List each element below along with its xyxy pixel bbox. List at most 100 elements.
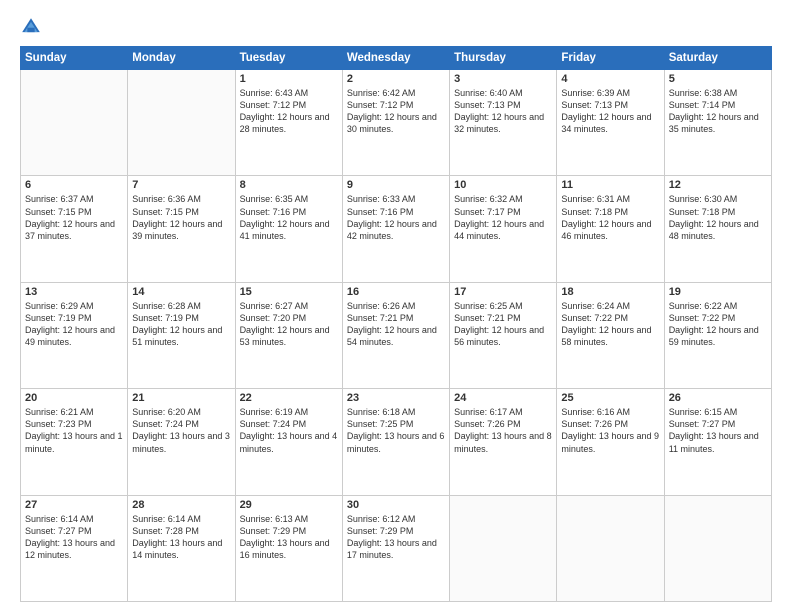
calendar-cell (664, 495, 771, 601)
calendar-cell: 22Sunrise: 6:19 AM Sunset: 7:24 PM Dayli… (235, 389, 342, 495)
calendar-week-row: 13Sunrise: 6:29 AM Sunset: 7:19 PM Dayli… (21, 282, 772, 388)
day-info: Sunrise: 6:16 AM Sunset: 7:26 PM Dayligh… (561, 406, 659, 455)
day-number: 19 (669, 286, 767, 298)
day-number: 18 (561, 286, 659, 298)
logo (20, 16, 46, 38)
day-number: 10 (454, 179, 552, 191)
calendar-cell: 6 Sunrise: 6:37 AM Sunset: 7:15 PM Daylig… (21, 176, 128, 282)
calendar-cell: 25 Sunrise: 6:16 AM Sunset: 7:26 PM Dayli… (557, 389, 664, 495)
calendar-cell: 19 Sunrise: 6:22 AM Sunset: 7:22 PM Dayli… (664, 282, 771, 388)
day-number: 4 (561, 73, 659, 85)
day-number: 30 (347, 499, 445, 511)
calendar-cell: 16 Sunrise: 6:26 AM Sunset: 7:21 PM Dayli… (342, 282, 449, 388)
calendar-week-row: 20 Sunrise: 6:21 AM Sunset: 7:23 PM Dayli… (21, 389, 772, 495)
day-info: Sunrise: 6:17 AM Sunset: 7:26 PM Dayligh… (454, 406, 552, 455)
calendar-cell: 26Sunrise: 6:15 AM Sunset: 7:27 PM Dayli… (664, 389, 771, 495)
day-number: 9 (347, 179, 445, 191)
page: SundayMondayTuesdayWednesdayThursdayFrid… (0, 0, 792, 612)
day-number: 3 (454, 73, 552, 85)
calendar-header-sunday: Sunday (21, 47, 128, 70)
day-number: 20 (25, 392, 123, 404)
calendar-cell: 29 Sunrise: 6:13 AM Sunset: 7:29 PM Dayli… (235, 495, 342, 601)
calendar-cell: 24 Sunrise: 6:17 AM Sunset: 7:26 PM Dayli… (450, 389, 557, 495)
day-number: 5 (669, 73, 767, 85)
calendar-cell: 8 Sunrise: 6:35 AM Sunset: 7:16 PM Daylig… (235, 176, 342, 282)
day-number: 8 (240, 179, 338, 191)
calendar-cell (21, 70, 128, 176)
calendar-header-thursday: Thursday (450, 47, 557, 70)
calendar-header-wednesday: Wednesday (342, 47, 449, 70)
day-info: Sunrise: 6:39 AM Sunset: 7:13 PM Dayligh… (561, 87, 659, 136)
day-info: Sunrise: 6:29 AM Sunset: 7:19 PM Dayligh… (25, 300, 123, 349)
day-number: 6 (25, 179, 123, 191)
calendar-header-row: SundayMondayTuesdayWednesdayThursdayFrid… (21, 47, 772, 70)
day-info: Sunrise: 6:37 AM Sunset: 7:15 PM Dayligh… (25, 193, 123, 242)
day-number: 27 (25, 499, 123, 511)
day-number: 29 (240, 499, 338, 511)
day-number: 23 (347, 392, 445, 404)
calendar-cell: 23 Sunrise: 6:18 AM Sunset: 7:25 PM Dayli… (342, 389, 449, 495)
header (20, 16, 772, 38)
day-info: Sunrise: 6:31 AM Sunset: 7:18 PM Dayligh… (561, 193, 659, 242)
day-number: 22 (240, 392, 338, 404)
calendar-week-row: 1 Sunrise: 6:43 AM Sunset: 7:12 PM Daylig… (21, 70, 772, 176)
calendar-cell (128, 70, 235, 176)
calendar-header-tuesday: Tuesday (235, 47, 342, 70)
calendar-cell: 2 Sunrise: 6:42 AM Sunset: 7:12 PM Daylig… (342, 70, 449, 176)
calendar-cell (557, 495, 664, 601)
day-number: 25 (561, 392, 659, 404)
day-info: Sunrise: 6:36 AM Sunset: 7:15 PM Dayligh… (132, 193, 230, 242)
day-info: Sunrise: 6:24 AM Sunset: 7:22 PM Dayligh… (561, 300, 659, 349)
calendar-cell: 15 Sunrise: 6:27 AM Sunset: 7:20 PM Dayli… (235, 282, 342, 388)
calendar-cell: 9 Sunrise: 6:33 AM Sunset: 7:16 PM Daylig… (342, 176, 449, 282)
calendar-cell: 21 Sunrise: 6:20 AM Sunset: 7:24 PM Dayli… (128, 389, 235, 495)
calendar-cell: 20 Sunrise: 6:21 AM Sunset: 7:23 PM Dayli… (21, 389, 128, 495)
day-info: Sunrise: 6:33 AM Sunset: 7:16 PM Dayligh… (347, 193, 445, 242)
calendar-header-monday: Monday (128, 47, 235, 70)
day-info: Sunrise: 6:42 AM Sunset: 7:12 PM Dayligh… (347, 87, 445, 136)
calendar-cell: 13Sunrise: 6:29 AM Sunset: 7:19 PM Dayli… (21, 282, 128, 388)
calendar-header-friday: Friday (557, 47, 664, 70)
calendar-cell: 7 Sunrise: 6:36 AM Sunset: 7:15 PM Daylig… (128, 176, 235, 282)
day-info: Sunrise: 6:12 AM Sunset: 7:29 PM Dayligh… (347, 513, 445, 562)
day-number: 26 (669, 392, 767, 404)
day-info: Sunrise: 6:40 AM Sunset: 7:13 PM Dayligh… (454, 87, 552, 136)
day-info: Sunrise: 6:18 AM Sunset: 7:25 PM Dayligh… (347, 406, 445, 455)
day-info: Sunrise: 6:22 AM Sunset: 7:22 PM Dayligh… (669, 300, 767, 349)
calendar-cell: 18 Sunrise: 6:24 AM Sunset: 7:22 PM Dayli… (557, 282, 664, 388)
calendar-cell: 3 Sunrise: 6:40 AM Sunset: 7:13 PM Daylig… (450, 70, 557, 176)
day-number: 14 (132, 286, 230, 298)
day-number: 1 (240, 73, 338, 85)
day-info: Sunrise: 6:14 AM Sunset: 7:27 PM Dayligh… (25, 513, 123, 562)
day-info: Sunrise: 6:20 AM Sunset: 7:24 PM Dayligh… (132, 406, 230, 455)
day-info: Sunrise: 6:27 AM Sunset: 7:20 PM Dayligh… (240, 300, 338, 349)
calendar-cell: 17 Sunrise: 6:25 AM Sunset: 7:21 PM Dayli… (450, 282, 557, 388)
day-number: 24 (454, 392, 552, 404)
day-number: 7 (132, 179, 230, 191)
day-info: Sunrise: 6:14 AM Sunset: 7:28 PM Dayligh… (132, 513, 230, 562)
day-info: Sunrise: 6:25 AM Sunset: 7:21 PM Dayligh… (454, 300, 552, 349)
calendar-cell: 30 Sunrise: 6:12 AM Sunset: 7:29 PM Dayli… (342, 495, 449, 601)
day-number: 2 (347, 73, 445, 85)
calendar-cell: 12Sunrise: 6:30 AM Sunset: 7:18 PM Dayli… (664, 176, 771, 282)
day-number: 11 (561, 179, 659, 191)
calendar-cell: 10Sunrise: 6:32 AM Sunset: 7:17 PM Dayli… (450, 176, 557, 282)
day-number: 16 (347, 286, 445, 298)
calendar-cell: 14Sunrise: 6:28 AM Sunset: 7:19 PM Dayli… (128, 282, 235, 388)
day-info: Sunrise: 6:21 AM Sunset: 7:23 PM Dayligh… (25, 406, 123, 455)
day-number: 15 (240, 286, 338, 298)
day-number: 21 (132, 392, 230, 404)
day-info: Sunrise: 6:13 AM Sunset: 7:29 PM Dayligh… (240, 513, 338, 562)
day-number: 17 (454, 286, 552, 298)
logo-icon (20, 16, 42, 38)
day-info: Sunrise: 6:35 AM Sunset: 7:16 PM Dayligh… (240, 193, 338, 242)
day-number: 28 (132, 499, 230, 511)
calendar-cell: 1 Sunrise: 6:43 AM Sunset: 7:12 PM Daylig… (235, 70, 342, 176)
calendar-cell: 27 Sunrise: 6:14 AM Sunset: 7:27 PM Dayli… (21, 495, 128, 601)
day-info: Sunrise: 6:30 AM Sunset: 7:18 PM Dayligh… (669, 193, 767, 242)
calendar-week-row: 27 Sunrise: 6:14 AM Sunset: 7:27 PM Dayli… (21, 495, 772, 601)
day-info: Sunrise: 6:43 AM Sunset: 7:12 PM Dayligh… (240, 87, 338, 136)
calendar-cell: 5 Sunrise: 6:38 AM Sunset: 7:14 PM Daylig… (664, 70, 771, 176)
day-info: Sunrise: 6:38 AM Sunset: 7:14 PM Dayligh… (669, 87, 767, 136)
day-info: Sunrise: 6:26 AM Sunset: 7:21 PM Dayligh… (347, 300, 445, 349)
